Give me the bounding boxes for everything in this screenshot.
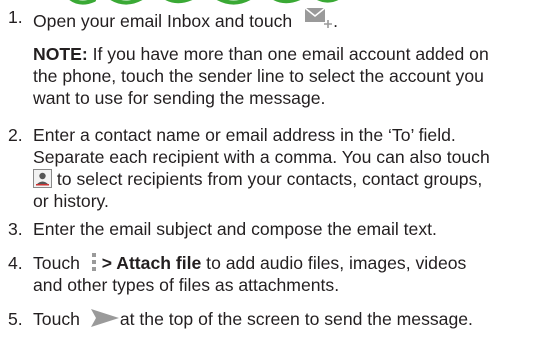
step-text: Touch — [33, 253, 80, 273]
step-text-end: . — [333, 11, 338, 31]
step-text-end: to add audio files, images, videos — [201, 253, 467, 273]
step-text-3: to select recipients from your contacts,… — [52, 169, 483, 189]
step-number: 4. — [8, 253, 23, 273]
step-number: 2. — [8, 125, 23, 145]
step-number: 1. — [8, 7, 23, 27]
step-number: 3. — [8, 219, 23, 239]
step-text: Open your email Inbox and touch — [33, 11, 293, 31]
step-text-4: or history. — [33, 191, 109, 211]
step-text: Touch — [33, 309, 80, 329]
note-text-3: want to use for sending the message. — [33, 88, 326, 108]
step-text-2: Separate each recipient with a comma. Yo… — [33, 147, 490, 167]
note-block: NOTE: If you have more than one email ac… — [33, 43, 553, 109]
note-text-2: the phone, touch the sender line to sele… — [33, 66, 484, 86]
note-label: NOTE: — [33, 44, 88, 64]
send-icon — [90, 308, 120, 328]
attach-file-label: > Attach file — [96, 253, 202, 273]
contact-picker-icon — [33, 169, 52, 188]
step-text: Enter the email subject and compose the … — [33, 219, 437, 239]
compose-email-icon — [303, 6, 333, 30]
step-text-end: at the top of the screen to send the mes… — [119, 309, 473, 329]
step-text-2: and other types of files as attachments. — [33, 275, 340, 295]
step-text-1: Enter a contact name or email address in… — [33, 125, 456, 145]
note-text-1: If you have more than one email account … — [87, 44, 489, 64]
step-number: 5. — [8, 309, 23, 329]
